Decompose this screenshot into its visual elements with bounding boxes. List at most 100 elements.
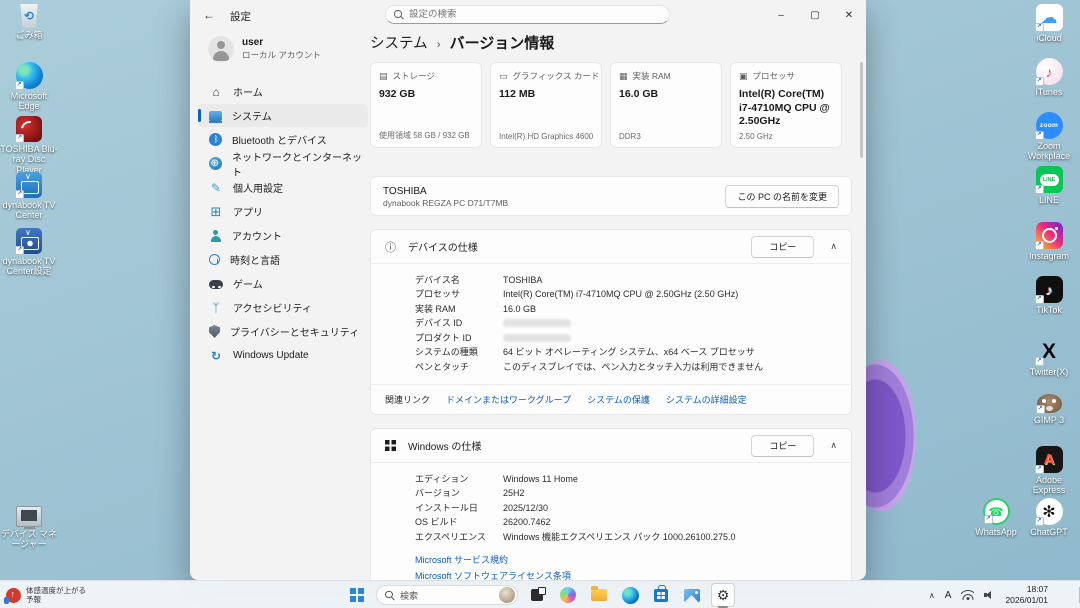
taskbar-settings-button[interactable] xyxy=(711,583,735,607)
taskbar-file-explorer-button[interactable] xyxy=(587,583,611,607)
windows-spec-header[interactable]: Windows の仕様 コピー ∧ xyxy=(371,429,851,462)
desktop-icon-adobe-express[interactable]: ↗Adobe Express xyxy=(1020,446,1078,496)
weather-temperature-icon xyxy=(6,588,21,603)
desktop-icon-gimp[interactable]: ↗GIMP 3 xyxy=(1020,394,1078,425)
sidebar-item-apps[interactable]: アプリ xyxy=(198,200,368,223)
settings-window: ← 設定 –▢✕ user ローカル アカウント システム › バージョン情報 … xyxy=(190,0,866,580)
copilot-icon xyxy=(560,587,576,603)
desktop-icon-tiktok[interactable]: ↗TikTok xyxy=(1020,276,1078,315)
spec-row: OS ビルド26200.7462 xyxy=(415,516,851,529)
card-subtitle: 2.50 GHz xyxy=(739,132,773,141)
card-value: 112 MB xyxy=(499,88,593,102)
taskbar-start-button[interactable] xyxy=(345,583,369,607)
chevron-up-icon[interactable]: ∧ xyxy=(830,440,837,451)
desktop-icon-itunes[interactable]: ↗iTunes xyxy=(1020,58,1078,97)
system-icon xyxy=(209,111,222,121)
settings-search-input[interactable] xyxy=(409,9,661,20)
sidebar-item-home[interactable]: ホーム xyxy=(198,80,368,103)
spec-card-0[interactable]: ▤ストレージ932 GB使用領域 58 GB / 932 GB xyxy=(370,62,482,148)
gaming-icon xyxy=(209,280,223,289)
shortcut-arrow-icon: ↗ xyxy=(15,134,24,143)
taskbar-search[interactable]: 検索 xyxy=(376,585,518,605)
desktop-icon-icloud[interactable]: ↗iCloud xyxy=(1020,4,1078,43)
scrollbar[interactable] xyxy=(860,62,863,158)
sidebar-item-windows-update[interactable]: Windows Update xyxy=(198,344,368,367)
back-button[interactable]: ← xyxy=(196,4,222,26)
sidebar-item-label: ゲーム xyxy=(233,276,263,291)
ram-icon: ▦ xyxy=(619,71,628,82)
taskbar-edge-button[interactable] xyxy=(618,583,642,607)
desktop-icon-zoom-workplace[interactable]: ↗Zoom Workplace xyxy=(1020,112,1078,162)
sidebar-item-accessibility[interactable]: アクセシビリティ xyxy=(198,296,368,319)
spec-value: 25H2 xyxy=(493,487,525,500)
spec-label: デバイス名 xyxy=(415,274,493,287)
taskbar-photos-button[interactable] xyxy=(680,583,704,607)
desktop-icon-dynabook-tv-center[interactable]: ↗dynabook TV Center xyxy=(0,172,58,221)
desktop-icon-recycle-bin[interactable]: ごみ箱 xyxy=(0,4,58,40)
rename-pc-button[interactable]: この PC の名前を変更 xyxy=(725,185,839,208)
desktop-icon-dynabook-tv-center-settings[interactable]: ↗dynabook TV Center設定 xyxy=(0,228,58,277)
device-model: dynabook REGZA PC D71/T7MB xyxy=(383,198,725,208)
card-head: ▦ 実装 RAM xyxy=(619,70,713,82)
card-head: ▭グラフィックス カード xyxy=(499,70,593,82)
privacy-security-icon xyxy=(209,325,220,338)
spec-card-2[interactable]: ▦実装 RAM16.0 GBDDR3 xyxy=(610,62,722,148)
close-button[interactable]: ✕ xyxy=(832,0,866,30)
sidebar-item-accounts[interactable]: アカウント xyxy=(198,224,368,247)
sidebar-item-network-internet[interactable]: ネットワークとインターネット xyxy=(198,152,368,175)
spec-label: OS ビルド xyxy=(415,516,493,529)
shortcut-arrow-icon: ↗ xyxy=(1035,357,1044,366)
desktop-icon-chatgpt[interactable]: ↗ChatGPT xyxy=(1020,498,1078,537)
bluetooth-devices-icon xyxy=(209,133,222,146)
desktop-icon-label: dynabook TV Center設定 xyxy=(0,256,58,277)
sidebar-item-label: 個人用設定 xyxy=(233,180,283,195)
card-title: 実装 RAM xyxy=(633,70,671,82)
minimize-button[interactable]: – xyxy=(764,0,798,30)
device-spec-header[interactable]: ⓘ デバイスの仕様 コピー ∧ xyxy=(371,230,851,263)
spec-card-1[interactable]: ▭グラフィックス カード112 MBIntel(R) HD Graphics 4… xyxy=(490,62,602,148)
home-icon xyxy=(209,85,223,99)
taskbar-store-button[interactable] xyxy=(649,583,673,607)
related-link[interactable]: システムの詳細設定 xyxy=(666,393,747,406)
sidebar-item-label: システム xyxy=(232,108,272,123)
windows-spec-link[interactable]: Microsoft サービス規約 xyxy=(415,553,851,566)
desktop-icon-device-manager[interactable]: デバイス マネージャー xyxy=(0,506,58,550)
sidebar-item-system[interactable]: システム xyxy=(198,104,368,127)
taskbar-copilot-button[interactable] xyxy=(556,583,580,607)
shortcut-arrow-icon: ↗ xyxy=(1035,241,1044,250)
settings-search[interactable] xyxy=(385,5,670,24)
sidebar-item-time-language[interactable]: 時刻と言語 xyxy=(198,248,368,271)
breadcrumb-parent[interactable]: システム xyxy=(370,32,428,53)
desktop-icon-twitter-x[interactable]: ↗Twitter(X) xyxy=(1020,338,1078,377)
user-block[interactable]: user ローカル アカウント xyxy=(208,36,321,62)
card-title: グラフィックス カード xyxy=(513,70,600,82)
spec-label: プロダクト ID xyxy=(415,332,493,345)
desktop-icon-line[interactable]: ↗LINE xyxy=(1020,166,1078,205)
sidebar-item-privacy-security[interactable]: プライバシーとセキュリティ xyxy=(198,320,368,343)
page-title: バージョン情報 xyxy=(450,32,555,53)
windows-spec-link[interactable]: Microsoft ソフトウェアライセンス条項 xyxy=(415,569,851,580)
spec-row: システムの種類64 ビット オペレーティング システム、x64 ベース プロセッ… xyxy=(415,346,851,359)
desktop-icon-instagram[interactable]: ↗Instagram xyxy=(1020,222,1078,261)
speaker-icon[interactable] xyxy=(984,590,995,600)
wifi-icon[interactable] xyxy=(961,590,974,600)
desktop-icon-toshiba-bluray-player[interactable]: ↗TOSHIBA Blu-ray Disc Player xyxy=(0,116,58,175)
spec-card-3[interactable]: ▣プロセッサIntel(R) Core(TM) i7-4710MQ CPU @ … xyxy=(730,62,842,148)
clock[interactable]: 18:07 2026/01/01 xyxy=(1005,584,1048,606)
taskbar-task-view-button[interactable] xyxy=(525,583,549,607)
shortcut-arrow-icon: ↗ xyxy=(15,246,24,255)
related-link[interactable]: ドメインまたはワークグループ xyxy=(446,393,571,406)
ime-indicator[interactable]: A xyxy=(945,590,952,601)
spec-row: デバイス ID xyxy=(415,317,851,330)
sidebar-item-gaming[interactable]: ゲーム xyxy=(198,272,368,295)
chevron-up-icon[interactable]: ∧ xyxy=(830,241,837,252)
device-spec-copy-button[interactable]: コピー xyxy=(751,236,814,258)
sidebar-item-personalization[interactable]: 個人用設定 xyxy=(198,176,368,199)
desktop-icon-whatsapp[interactable]: ↗WhatsApp xyxy=(967,498,1025,537)
windows-spec-copy-button[interactable]: コピー xyxy=(751,435,814,457)
maximize-button[interactable]: ▢ xyxy=(798,0,832,30)
desktop-icon-microsoft-edge[interactable]: ↗Microsoft Edge xyxy=(0,62,58,112)
taskbar-weather-widget[interactable]: 体感温度が上がる 予報 xyxy=(6,583,86,607)
related-link[interactable]: システムの保護 xyxy=(587,393,650,406)
tray-chevron-icon[interactable]: ∧ xyxy=(929,591,935,600)
